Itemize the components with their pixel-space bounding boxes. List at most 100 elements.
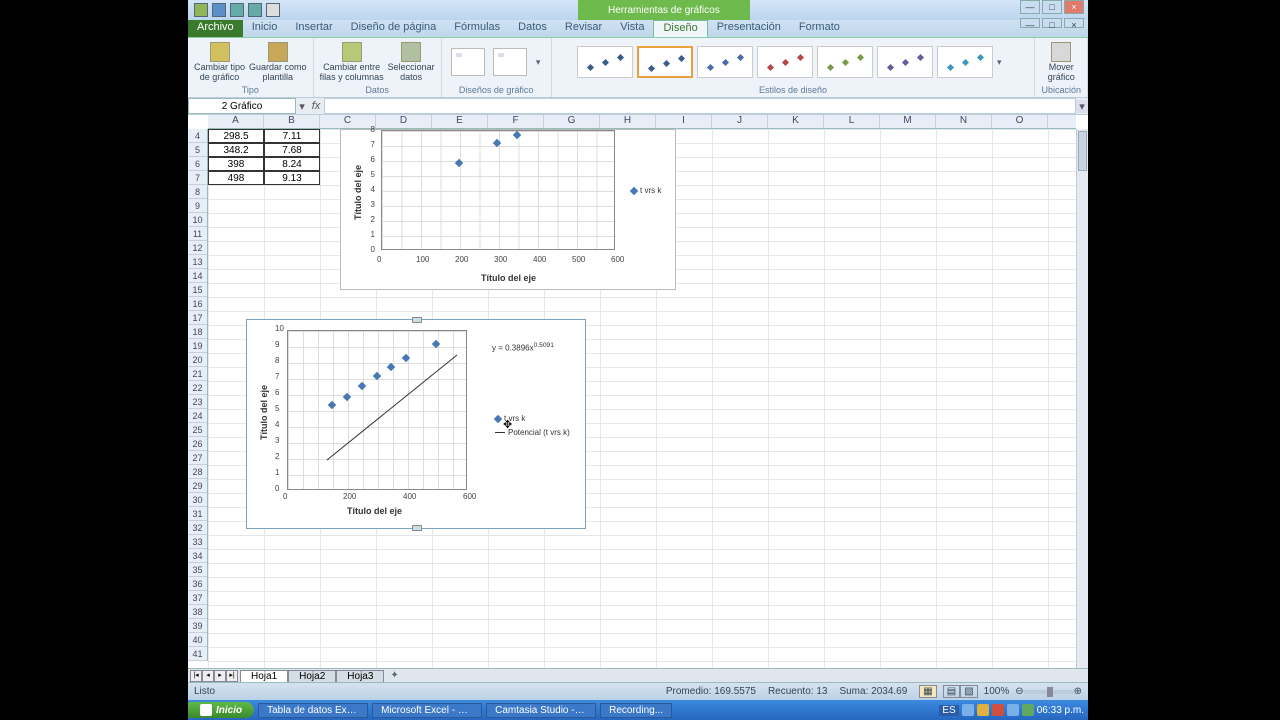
chart-style-3[interactable] <box>697 46 753 78</box>
tab-vista[interactable]: Vista <box>611 20 653 37</box>
sheet-tab-hoja2[interactable]: Hoja2 <box>288 670 336 682</box>
zoom-in-icon[interactable]: ⊕ <box>1074 686 1082 697</box>
maximize-button[interactable]: □ <box>1042 0 1062 14</box>
chart-layout-2[interactable] <box>493 48 527 76</box>
row-header-14[interactable]: 14 <box>188 269 207 283</box>
taskbar-item[interactable]: Recording... <box>600 703 672 718</box>
row-header-40[interactable]: 40 <box>188 633 207 647</box>
chart-object-2[interactable]: 012345678910 0200400600 Título del eje T… <box>246 319 586 529</box>
row-header-17[interactable]: 17 <box>188 311 207 325</box>
chart-style-4[interactable] <box>757 46 813 78</box>
chart-style-2[interactable] <box>637 46 693 78</box>
change-chart-type-button[interactable]: Cambiar tipo de gráfico <box>194 42 245 83</box>
chart-style-5[interactable] <box>817 46 873 78</box>
doc-close-button[interactable]: × <box>1064 18 1084 28</box>
sheet-nav-next-icon[interactable]: ▸ <box>214 670 226 682</box>
tab-presentación[interactable]: Presentación <box>708 20 790 37</box>
tray-icon[interactable] <box>962 704 974 716</box>
row-header-38[interactable]: 38 <box>188 605 207 619</box>
chart-style-1[interactable] <box>577 46 633 78</box>
tray-shield-icon[interactable] <box>992 704 1004 716</box>
tab-formato[interactable]: Formato <box>790 20 849 37</box>
chart-style-6[interactable] <box>877 46 933 78</box>
col-header-K[interactable]: K <box>768 115 824 128</box>
cell-B7[interactable]: 9.13 <box>264 171 320 185</box>
row-header-34[interactable]: 34 <box>188 549 207 563</box>
tab-insertar[interactable]: Insertar <box>286 20 341 37</box>
formula-bar[interactable] <box>324 98 1076 114</box>
chart-layout-1[interactable] <box>451 48 485 76</box>
row-header-16[interactable]: 16 <box>188 297 207 311</box>
row-header-5[interactable]: 5 <box>188 143 207 157</box>
switch-row-column-button[interactable]: Cambiar entre filas y columnas <box>320 42 384 83</box>
row-header-9[interactable]: 9 <box>188 199 207 213</box>
col-header-L[interactable]: L <box>824 115 880 128</box>
sheet-nav-prev-icon[interactable]: ◂ <box>202 670 214 682</box>
row-header-10[interactable]: 10 <box>188 213 207 227</box>
name-box[interactable] <box>188 98 296 114</box>
col-header-M[interactable]: M <box>880 115 936 128</box>
save-icon[interactable] <box>212 3 226 17</box>
chart-object-1[interactable]: 012345678 0100200300400500600 Título del… <box>340 129 676 290</box>
cell-A6[interactable]: 398 <box>208 157 264 171</box>
row-header-6[interactable]: 6 <box>188 157 207 171</box>
row-header-26[interactable]: 26 <box>188 437 207 451</box>
fx-icon[interactable]: fx <box>308 100 324 112</box>
row-header-20[interactable]: 20 <box>188 353 207 367</box>
col-header-D[interactable]: D <box>376 115 432 128</box>
cell-A4[interactable]: 298.5 <box>208 129 264 143</box>
row-header-31[interactable]: 31 <box>188 507 207 521</box>
cells-grid[interactable]: 298.57.11348.27.683988.244989.13 0123456… <box>208 129 1076 668</box>
row-header-25[interactable]: 25 <box>188 423 207 437</box>
row-header-19[interactable]: 19 <box>188 339 207 353</box>
row-header-7[interactable]: 7 <box>188 171 207 185</box>
taskbar-item[interactable]: Microsoft Excel - Libro1 <box>372 703 482 718</box>
start-button[interactable]: Inicio <box>188 702 254 718</box>
zoom-slider[interactable] <box>1024 690 1074 694</box>
sheet-nav-first-icon[interactable]: |◂ <box>190 670 202 682</box>
row-header-41[interactable]: 41 <box>188 647 207 661</box>
col-header-O[interactable]: O <box>992 115 1048 128</box>
col-header-I[interactable]: I <box>656 115 712 128</box>
taskbar-item[interactable]: Tabla de datos Experi... <box>258 703 368 718</box>
cell-B5[interactable]: 7.68 <box>264 143 320 157</box>
move-chart-button[interactable]: Mover gráfico <box>1048 42 1075 83</box>
row-header-24[interactable]: 24 <box>188 409 207 423</box>
new-icon[interactable] <box>266 3 280 17</box>
tab-revisar[interactable]: Revisar <box>556 20 611 37</box>
row-header-35[interactable]: 35 <box>188 563 207 577</box>
doc-restore-button[interactable]: □ <box>1042 18 1062 28</box>
row-header-33[interactable]: 33 <box>188 535 207 549</box>
row-header-18[interactable]: 18 <box>188 325 207 339</box>
tab-datos[interactable]: Datos <box>509 20 556 37</box>
redo-icon[interactable] <box>248 3 262 17</box>
doc-minimize-button[interactable]: — <box>1020 18 1040 28</box>
col-header-E[interactable]: E <box>432 115 488 128</box>
select-data-button[interactable]: Seleccionar datos <box>388 42 435 83</box>
cell-B6[interactable]: 8.24 <box>264 157 320 171</box>
row-header-36[interactable]: 36 <box>188 577 207 591</box>
col-header-B[interactable]: B <box>264 115 320 128</box>
row-header-27[interactable]: 27 <box>188 451 207 465</box>
row-header-23[interactable]: 23 <box>188 395 207 409</box>
view-normal-icon[interactable]: ▦ <box>919 685 936 698</box>
undo-icon[interactable] <box>230 3 244 17</box>
zoom-out-icon[interactable]: ⊖ <box>1015 686 1023 697</box>
row-header-32[interactable]: 32 <box>188 521 207 535</box>
col-header-F[interactable]: F <box>488 115 544 128</box>
tray-clock[interactable]: 06:33 p.m. <box>1037 705 1084 716</box>
col-header-H[interactable]: H <box>600 115 656 128</box>
styles-more-icon[interactable]: ▾ <box>997 57 1009 68</box>
formula-expand-icon[interactable]: ▾ <box>1076 100 1088 113</box>
layouts-more-icon[interactable]: ▾ <box>533 57 543 68</box>
cell-A7[interactable]: 498 <box>208 171 264 185</box>
sheet-tab-hoja1[interactable]: Hoja1 <box>240 670 288 682</box>
row-header-12[interactable]: 12 <box>188 241 207 255</box>
tray-icon[interactable] <box>977 704 989 716</box>
row-header-39[interactable]: 39 <box>188 619 207 633</box>
save-as-template-button[interactable]: Guardar como plantilla <box>249 42 307 83</box>
taskbar-item[interactable]: Camtasia Studio - Unt... <box>486 703 596 718</box>
row-header-37[interactable]: 37 <box>188 591 207 605</box>
tray-volume-icon[interactable] <box>1007 704 1019 716</box>
row-header-30[interactable]: 30 <box>188 493 207 507</box>
